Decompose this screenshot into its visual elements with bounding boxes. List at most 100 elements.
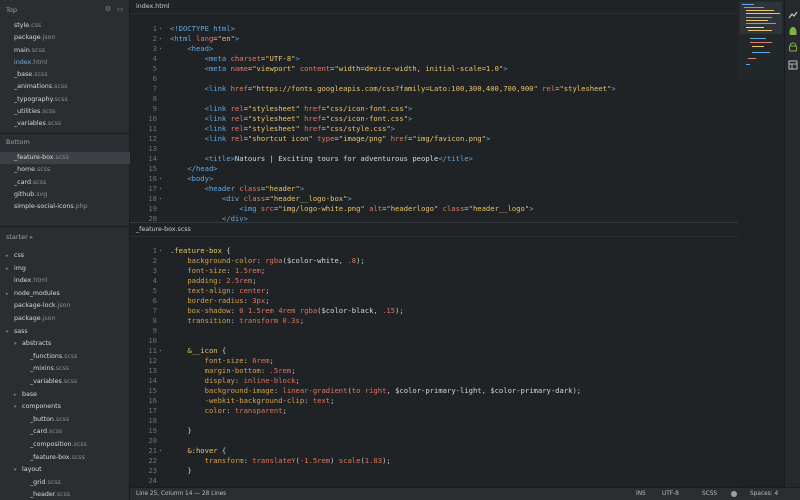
gear-icon[interactable]: ⚙ [105,6,112,13]
collapsed-folder-icon[interactable]: ▸ [6,263,14,276]
open-file-item[interactable]: _home.scss [0,164,130,176]
code-line[interactable]: 16 ▾ <body> [130,174,738,184]
code-line[interactable]: 17 color: transparent; [130,406,738,416]
code-line[interactable]: 12 font-size: 6rem; [130,356,738,366]
code-line[interactable]: 6 [130,74,738,84]
top-pane-tab[interactable]: index.html [130,0,738,14]
open-file-item[interactable]: _animations.scss [0,81,130,93]
collapsed-folder-icon[interactable]: ▸ [6,250,14,263]
code-line[interactable]: 22 transform: translateY(-1.5rem) scale(… [130,456,738,466]
android-outline-icon[interactable] [788,42,798,52]
panel-layout-icon[interactable] [788,60,798,70]
code-line[interactable]: 5 text-align: center; [130,286,738,296]
code-line[interactable]: 10 <link rel="stylesheet" href="css/icon… [130,114,738,124]
code-line[interactable]: 4 padding: 2.5rem; [130,276,738,286]
code-line[interactable]: 17 ▾ <header class="header"> [130,184,738,194]
fold-toggle-icon[interactable]: ▾ [159,346,167,356]
code-line[interactable]: 14 <title>Natours | Exciting tours for a… [130,154,738,164]
code-line[interactable]: 11 <link rel="stylesheet" href="css/styl… [130,124,738,134]
open-file-item[interactable]: _base.scss [0,69,130,81]
code-line[interactable]: 8 transition: transform 0.3s; [130,316,738,326]
code-line[interactable]: 23 } [130,466,738,476]
tree-item[interactable]: _feature-box.scss [0,452,130,465]
tree-item[interactable]: ▸ img [0,263,130,276]
fold-toggle-icon[interactable]: ▾ [159,446,167,456]
activity-chart-icon[interactable] [788,10,798,20]
open-file-item[interactable]: style.css [0,20,130,32]
split-panel-icon[interactable]: ▭ [117,6,124,13]
open-file-item[interactable]: main.scss [0,45,130,57]
top-editor-pane[interactable]: index.html 1 ▾ <!DOCTYPE html> 2 ▾ <html lang… [130,0,738,222]
code-line[interactable]: 2 background-color: rgba($color-white, .… [130,256,738,266]
code-line[interactable]: 2 ▾ <html lang="en"> [130,34,738,44]
fold-toggle-icon[interactable]: ▾ [159,246,167,256]
code-line[interactable]: 7 box-shadow: 0 1.5rem 4rem rgba($color-… [130,306,738,316]
open-file-item[interactable]: index.html [0,57,130,69]
bottom-code-area[interactable]: 1 ▾ .feature-box {2 background-color: rgba… [130,237,738,486]
code-line[interactable]: 16 -webkit-background-clip: text; [130,396,738,406]
open-file-item[interactable]: github.svg [0,189,130,201]
insert-mode[interactable]: INS [636,491,646,497]
code-line[interactable]: 3 ▾ <head> [130,44,738,54]
project-header[interactable]: starter ▸ [0,229,130,245]
open-file-item[interactable]: package.json [0,32,130,44]
encoding-selector[interactable]: UTF-8 [662,491,679,497]
collapsed-folder-icon[interactable]: ▸ [6,288,14,301]
fold-toggle-icon[interactable]: ▾ [159,34,167,44]
code-line[interactable]: 18 [130,416,738,426]
code-line[interactable]: 4 <meta charset="UTF-8"> [130,54,738,64]
open-file-item[interactable]: _utilities.scss [0,106,130,118]
tree-item[interactable]: _mixins.scss [0,363,130,376]
fold-toggle-icon[interactable]: ▾ [159,194,167,204]
fold-toggle-icon[interactable]: ▾ [159,184,167,194]
open-file-item[interactable]: _card.scss [0,177,130,189]
code-line[interactable]: 19 } [130,426,738,436]
tree-item[interactable]: _grid.scss [0,477,130,490]
code-line[interactable]: 1 ▾ <!DOCTYPE html> [130,24,738,34]
code-line[interactable]: 10 [130,336,738,346]
tree-item[interactable]: package-lock.json [0,300,130,313]
collapsed-folder-icon[interactable]: ▸ [14,389,22,402]
tree-item[interactable]: _button.scss [0,414,130,427]
tree-item[interactable]: ▸ base [0,389,130,402]
expanded-folder-icon[interactable]: ▾ [6,326,14,339]
tree-item[interactable]: _composition.scss [0,439,130,452]
tree-item[interactable]: ▾ layout [0,464,130,477]
tree-item[interactable]: index.html [0,275,130,288]
code-line[interactable]: 19 <img src="img/logo-white.png" alt="he… [130,204,738,214]
code-line[interactable]: 11 ▾ &__icon { [130,346,738,356]
tree-item[interactable]: ▸ node_modules [0,288,130,301]
top-code-area[interactable]: 1 ▾ <!DOCTYPE html> 2 ▾ <html lang="en"> 3 ▾ <h… [130,14,738,222]
open-file-item[interactable]: _typography.scss [0,94,130,106]
open-file-item[interactable]: simple-social-icons.php [0,201,130,213]
code-line[interactable]: 14 display: inline-block; [130,376,738,386]
code-line[interactable]: 24 [130,476,738,486]
open-file-item[interactable]: _feature-box.scss [0,152,130,165]
code-line[interactable]: 9 <link rel="stylesheet" href="css/icon-… [130,104,738,114]
fold-toggle-icon[interactable]: ▾ [159,44,167,54]
minimap[interactable] [738,0,784,80]
tree-item[interactable]: ▾ sass [0,326,130,339]
tree-item[interactable]: ▸ css [0,250,130,263]
code-line[interactable]: 20 </div> [130,214,738,222]
code-line[interactable]: 13 [130,144,738,154]
bottom-editor-pane[interactable]: _feature-box.scss 1 ▾ .feature-box {2 back… [130,223,738,487]
code-line[interactable]: 3 font-size: 1.5rem; [130,266,738,276]
tree-item[interactable]: _header.scss [0,489,130,500]
tree-item[interactable]: ▾ abstracts [0,338,130,351]
code-line[interactable]: 15 background-image: linear-gradient(to … [130,386,738,396]
open-file-item[interactable]: _variables.scss [0,118,130,130]
code-line[interactable]: 12 <link rel="shortcut icon" type="image… [130,134,738,144]
expanded-folder-icon[interactable]: ▾ [14,401,22,414]
expanded-folder-icon[interactable]: ▾ [14,464,22,477]
code-line[interactable]: 15 </head> [130,164,738,174]
expanded-folder-icon[interactable]: ▾ [14,338,22,351]
tree-item[interactable]: _card.scss [0,426,130,439]
code-line[interactable]: 9 [130,326,738,336]
indentation-selector[interactable]: Spaces: 4 [750,491,778,497]
tree-item[interactable]: package.json [0,313,130,326]
fold-toggle-icon[interactable]: ▾ [159,24,167,34]
bottom-pane-tab[interactable]: _feature-box.scss [130,223,738,237]
code-line[interactable]: 8 [130,94,738,104]
code-line[interactable]: 1 ▾ .feature-box { [130,246,738,256]
